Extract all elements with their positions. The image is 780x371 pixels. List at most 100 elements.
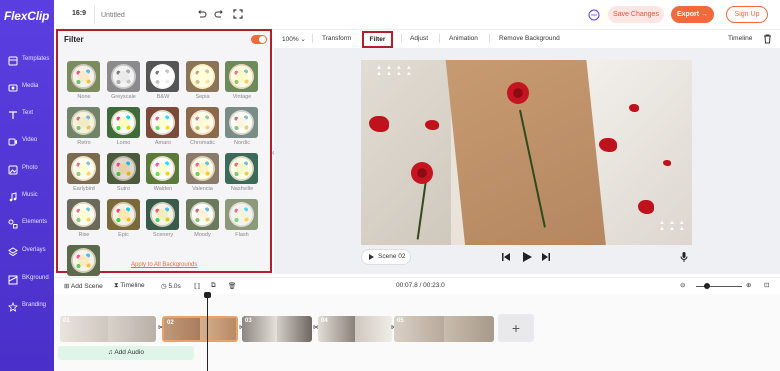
- timeline-zoom-handle[interactable]: [704, 283, 710, 289]
- timeline-mode-label: Timeline: [120, 282, 145, 289]
- filter-thumbnail[interactable]: [146, 107, 179, 138]
- filter-preview-image: [150, 156, 175, 181]
- add-clip-button[interactable]: +: [498, 314, 534, 342]
- timeline-clip[interactable]: 01: [60, 316, 156, 342]
- filter-thumbnail[interactable]: [67, 245, 100, 276]
- canvas-area: ▲▲▲▲ ▲▲▲▲ ▲▲▲ ▲▲▲ Scene 02: [274, 48, 780, 274]
- filter-thumbnail[interactable]: [106, 153, 140, 184]
- timeline-clip[interactable]: 04: [318, 316, 392, 342]
- microphone-icon[interactable]: [680, 252, 688, 262]
- filter-preview-image: [71, 248, 96, 273]
- scene-play-button[interactable]: Scene 02: [361, 249, 411, 265]
- timeline-zoom-slider[interactable]: [696, 286, 742, 287]
- tab-remove-background[interactable]: Remove Background: [499, 35, 560, 42]
- timeline-toggle[interactable]: Timeline: [728, 35, 752, 42]
- filter-thumbnail[interactable]: [67, 61, 100, 92]
- next-icon[interactable]: [542, 253, 550, 261]
- save-changes-button[interactable]: Save Changes: [608, 6, 664, 23]
- zoom-out-icon[interactable]: ⊖: [680, 281, 685, 289]
- filter-thumbnail[interactable]: [67, 107, 100, 138]
- filter-thumbnail[interactable]: [225, 199, 258, 230]
- filter-thumbnail[interactable]: [185, 107, 219, 138]
- fullscreen-icon[interactable]: [233, 9, 243, 19]
- filter-thumbnail[interactable]: [106, 107, 140, 138]
- aspect-ratio-selector[interactable]: 16:9: [72, 10, 86, 17]
- duplicate-icon[interactable]: ⧉: [211, 282, 216, 290]
- filter-toggle[interactable]: [251, 35, 267, 44]
- project-title-input[interactable]: [94, 6, 184, 24]
- tab-filter[interactable]: Filter: [362, 31, 393, 48]
- triangle-decoration: ▲▲▲ ▲▲▲: [659, 220, 689, 232]
- filter-thumbnail[interactable]: [185, 153, 219, 184]
- chevron-down-icon: ⌄: [298, 36, 306, 43]
- filter-thumbnail[interactable]: [225, 107, 258, 138]
- filter-preview-image: [110, 156, 136, 181]
- play-icon[interactable]: [522, 252, 532, 262]
- add-audio-button[interactable]: ♫ Add Audio: [58, 346, 194, 360]
- filter-preview-image: [229, 202, 254, 227]
- tab-animation[interactable]: Animation: [449, 35, 478, 42]
- split-icon[interactable]: ⟦⟧: [194, 282, 200, 290]
- undo-icon[interactable]: [197, 9, 207, 19]
- video-background-left: [361, 60, 451, 245]
- timeline-mode-button[interactable]: ⧗ Timeline: [114, 282, 145, 290]
- delete-scene-icon[interactable]: 🗑: [228, 282, 236, 290]
- sidebar-item-text[interactable]: Text: [0, 106, 54, 126]
- filter-thumbnail[interactable]: [67, 199, 100, 230]
- filter-thumbnail[interactable]: [106, 61, 140, 92]
- fit-timeline-icon[interactable]: ⊡: [764, 281, 769, 289]
- timeline-clip[interactable]: 05: [394, 316, 494, 342]
- clip-frame: [200, 318, 236, 340]
- sidebar-item-overlays[interactable]: Overlays: [0, 243, 54, 263]
- flexclip-logo[interactable]: FlexClip: [4, 9, 49, 23]
- zoom-value: 100%: [282, 36, 299, 43]
- filter-preview-image: [189, 202, 215, 227]
- zoom-selector[interactable]: 100% ⌄: [282, 35, 306, 43]
- filter-thumbnail[interactable]: [67, 153, 100, 184]
- sidebar-item-branding[interactable]: Branding: [0, 298, 54, 318]
- overlays-icon: [8, 247, 18, 257]
- filter-label: Chromatic: [189, 140, 216, 146]
- playhead[interactable]: [204, 292, 211, 371]
- sidebar-item-elements[interactable]: Elements: [0, 215, 54, 235]
- tab-adjust[interactable]: Adjust: [410, 35, 428, 42]
- apply-to-all-backgrounds-link[interactable]: Apply to All Backgrounds: [131, 262, 197, 268]
- timeline-clip[interactable]: 03: [242, 316, 312, 342]
- sidebar-item-video[interactable]: Video: [0, 133, 54, 153]
- sign-up-button[interactable]: Sign Up: [726, 6, 768, 23]
- video-preview[interactable]: ▲▲▲▲ ▲▲▲▲ ▲▲▲ ▲▲▲: [361, 60, 692, 245]
- filter-label: Epic: [118, 232, 129, 238]
- chat-icon[interactable]: [588, 9, 600, 21]
- filter-thumbnail[interactable]: [185, 61, 219, 92]
- filter-preview-image: [229, 64, 254, 89]
- sidebar-item-label: Elements: [22, 219, 48, 225]
- rose-petal: [425, 120, 439, 130]
- filter-thumbnail[interactable]: [146, 61, 179, 92]
- filter-preview-image: [229, 110, 254, 135]
- redo-icon[interactable]: [214, 9, 224, 19]
- filter-thumbnail[interactable]: [146, 199, 179, 230]
- trash-icon[interactable]: [763, 34, 772, 44]
- filter-thumbnail[interactable]: [225, 61, 258, 92]
- filter-thumbnail[interactable]: [185, 199, 219, 230]
- sidebar-item-templates[interactable]: Templates: [0, 52, 54, 72]
- zoom-in-icon[interactable]: ⊕: [746, 281, 751, 289]
- tab-transform[interactable]: Transform: [322, 35, 351, 42]
- sidebar-item-background[interactable]: BKground: [0, 271, 54, 291]
- sidebar-item-music[interactable]: Music: [0, 188, 54, 208]
- timeline-clip-selected[interactable]: 02: [162, 316, 238, 342]
- filter-thumbnail[interactable]: [225, 153, 258, 184]
- previous-icon[interactable]: [502, 253, 510, 261]
- sidebar-item-media[interactable]: Media: [0, 79, 54, 99]
- divider: [439, 34, 440, 43]
- scene-duration[interactable]: ◷ 5.0s: [161, 282, 181, 290]
- photo-icon: [8, 165, 18, 175]
- filter-label: Retro: [77, 140, 91, 146]
- export-button[interactable]: Export →: [671, 6, 714, 23]
- filter-thumbnail[interactable]: [146, 153, 179, 184]
- filter-preview-image: [189, 110, 215, 135]
- sidebar-item-photo[interactable]: Photo: [0, 161, 54, 181]
- filter-thumbnail[interactable]: [106, 199, 140, 230]
- filter-label: Walden: [153, 186, 173, 192]
- add-scene-button[interactable]: ⊞ Add Scene: [64, 282, 103, 290]
